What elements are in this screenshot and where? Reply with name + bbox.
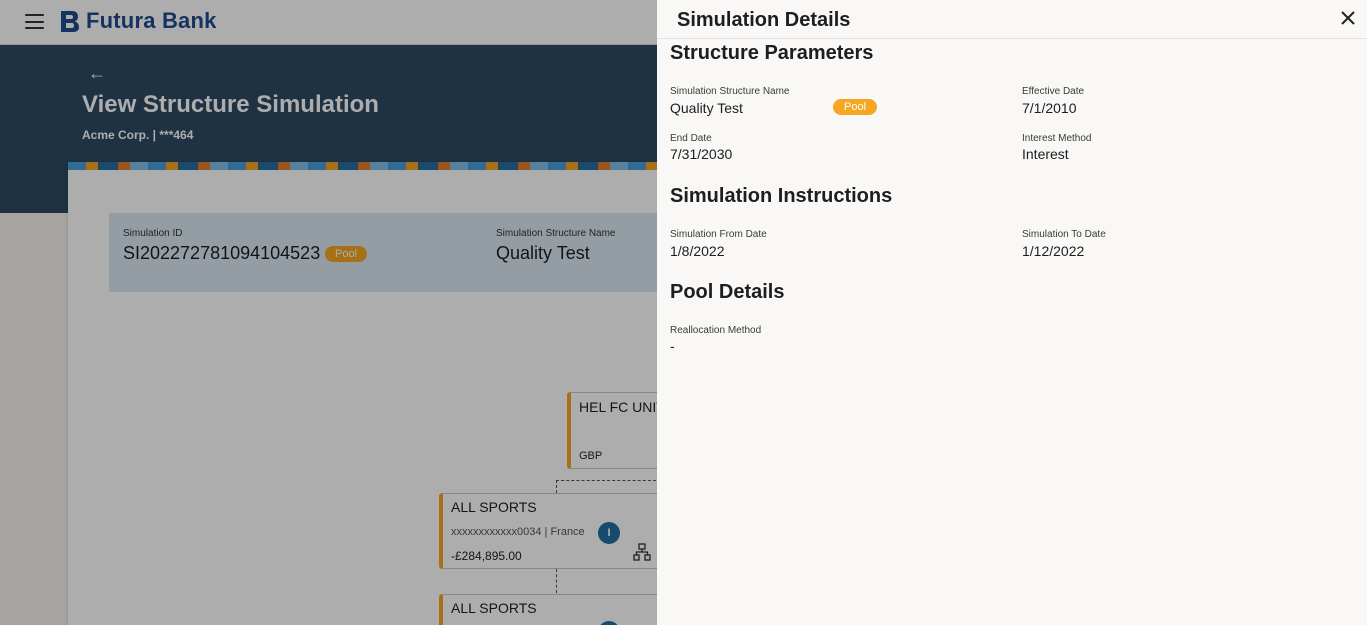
end-date-label: End Date <box>670 133 712 144</box>
structure-name-value: Quality Test <box>670 100 743 116</box>
effective-date-label: Effective Date <box>1022 86 1085 97</box>
structure-name-label: Simulation Structure Name <box>670 86 790 97</box>
simulation-details-panel: Simulation Details Structure Parameters … <box>657 0 1367 625</box>
panel-title: Simulation Details <box>677 9 851 31</box>
interest-method-label: Interest Method <box>1022 133 1092 144</box>
simulation-from-date-value: 1/8/2022 <box>670 243 725 259</box>
simulation-to-date-label: Simulation To Date <box>1022 229 1106 240</box>
structure-parameters-heading: Structure Parameters <box>670 42 874 64</box>
panel-header: Simulation Details <box>657 0 1367 39</box>
reallocation-method-label: Reallocation Method <box>670 325 762 336</box>
close-icon[interactable] <box>1339 9 1357 27</box>
simulation-instructions-heading: Simulation Instructions <box>670 185 893 207</box>
simulation-to-date-value: 1/12/2022 <box>1022 243 1085 259</box>
pool-details-heading: Pool Details <box>670 281 785 303</box>
pool-badge: Pool <box>833 99 878 115</box>
interest-method-value: Interest <box>1022 146 1069 162</box>
effective-date-value: 7/1/2010 <box>1022 100 1077 116</box>
end-date-value: 7/31/2030 <box>670 146 733 162</box>
modal-backdrop[interactable] <box>0 0 657 625</box>
simulation-from-date-label: Simulation From Date <box>670 229 767 240</box>
reallocation-method-value: - <box>670 338 675 354</box>
